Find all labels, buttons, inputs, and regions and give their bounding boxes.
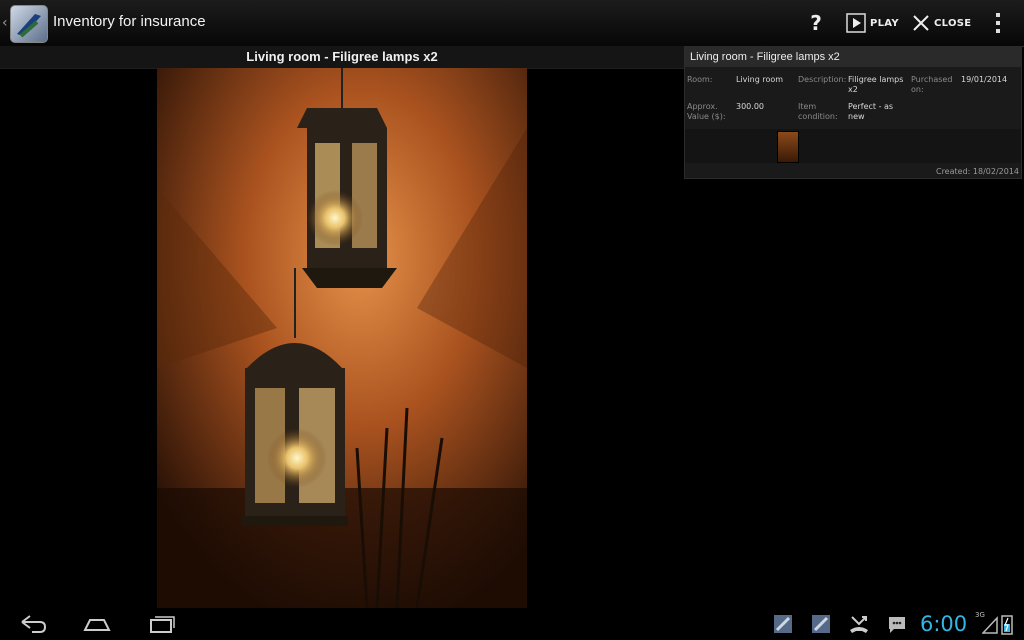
play-label: PLAY [870, 17, 899, 29]
close-button[interactable]: CLOSE [912, 10, 971, 36]
details-title: Living room - Filigree lamps x2 [685, 47, 1021, 67]
thumbnail-strip [685, 129, 1021, 163]
signal-icon [982, 616, 998, 634]
up-caret-icon[interactable]: ‹ [2, 15, 8, 31]
room-value: Living room [736, 75, 784, 84]
app-notification-icon[interactable] [772, 612, 794, 636]
value-label: Approx. Value ($): [687, 102, 726, 121]
battery-icon [1001, 615, 1013, 635]
item-photo[interactable] [157, 68, 527, 609]
recent-apps-icon[interactable] [146, 612, 176, 636]
play-button[interactable]: PLAY [846, 10, 899, 36]
item-details-card[interactable]: Living room - Filigree lamps x2 Room: Li… [684, 46, 1022, 179]
created-date: Created: 18/02/2014 [935, 167, 1019, 176]
clock[interactable]: 6:00 [920, 612, 967, 636]
description-value: Filigree lamps x2 [848, 75, 904, 94]
purchased-label: Purchased on: [911, 75, 953, 94]
condition-label: Item condition: [798, 102, 838, 121]
photo-title: Living room - Filigree lamps x2 [0, 46, 684, 69]
condition-value: Perfect - as new [848, 102, 894, 121]
close-icon [913, 15, 929, 31]
back-icon[interactable] [18, 612, 48, 636]
help-button[interactable]: ? [802, 8, 830, 38]
message-icon[interactable] [886, 612, 908, 636]
system-bar: 6:00 3G [0, 608, 1024, 640]
play-icon [846, 13, 866, 33]
overflow-menu-icon[interactable] [990, 10, 1006, 36]
home-icon[interactable] [82, 612, 112, 636]
app-title: Inventory for insurance [53, 13, 206, 30]
app-logo-icon[interactable] [10, 5, 48, 43]
close-label: CLOSE [934, 17, 972, 29]
missed-call-icon[interactable] [848, 612, 870, 636]
action-bar: ‹ Inventory for insurance ? PLAY CLOSE [0, 0, 1024, 47]
room-label: Room: [687, 75, 713, 84]
description-label: Description: [798, 75, 847, 84]
photo-thumbnail[interactable] [777, 131, 799, 163]
purchased-value: 19/01/2014 [961, 75, 1008, 84]
value-amount: 300.00 [736, 102, 764, 111]
photo-panel: Living room - Filigree lamps x2 [0, 46, 684, 609]
app-notification-icon-2[interactable] [810, 612, 832, 636]
